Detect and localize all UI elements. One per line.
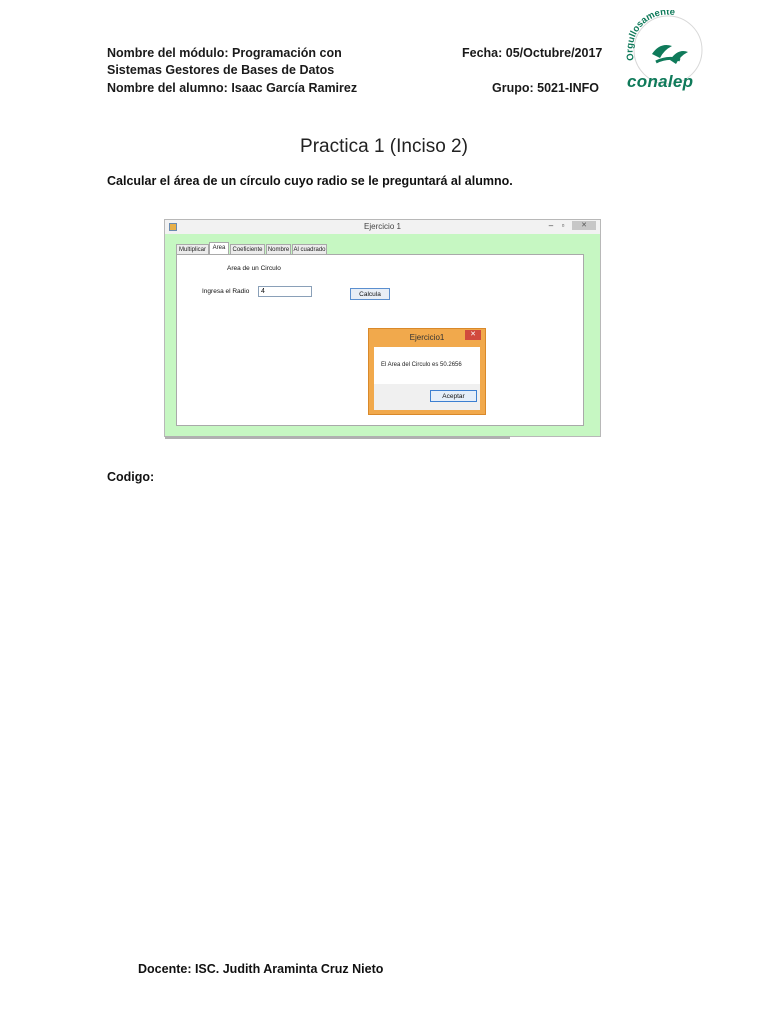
window-title: Ejercicio 1 bbox=[364, 222, 401, 231]
maximize-icon[interactable]: ▫ bbox=[558, 221, 568, 230]
fecha-line: Fecha: 05/Octubre/2017 bbox=[462, 46, 603, 60]
result-message: El Area del Circulo es 50.2656 bbox=[381, 362, 462, 368]
close-button[interactable]: ✕ bbox=[572, 221, 596, 230]
tab-al-cuadrado[interactable]: Al cuadrado bbox=[292, 244, 327, 254]
task-description: Calcular el área de un círculo cuyo radi… bbox=[107, 174, 513, 188]
modulo-line-1: Nombre del módulo: Programación con bbox=[107, 46, 342, 60]
horizontal-scrollbar[interactable] bbox=[165, 436, 510, 439]
radio-input[interactable]: 4 bbox=[258, 286, 312, 297]
tab-coeficiente[interactable]: Coeficiente bbox=[230, 244, 265, 254]
radio-label: Ingresa el Radio bbox=[202, 288, 250, 295]
logo-emblem-icon bbox=[652, 45, 688, 64]
message-box: Ejercicio1 ✕ El Area del Circulo es 50.2… bbox=[368, 328, 486, 415]
calcula-button[interactable]: Calcula bbox=[350, 288, 390, 300]
tab-multiplicar[interactable]: Multiplicar bbox=[176, 244, 209, 254]
docente-footer: Docente: ISC. Judith Araminta Cruz Nieto bbox=[138, 962, 384, 976]
message-box-body: El Area del Circulo es 50.2656 Aceptar bbox=[374, 347, 480, 410]
aceptar-button[interactable]: Aceptar bbox=[430, 390, 477, 402]
window-titlebar: Ejercicio 1 – ▫ ✕ bbox=[165, 220, 600, 234]
message-box-close-button[interactable]: ✕ bbox=[465, 330, 481, 340]
logo-wordmark: conalep bbox=[627, 72, 694, 91]
logo-arc-text: Orgullosamente bbox=[625, 10, 676, 62]
svg-text:Orgullosamente: Orgullosamente bbox=[625, 10, 676, 62]
page-title: Practica 1 (Inciso 2) bbox=[300, 136, 468, 157]
minimize-icon[interactable]: – bbox=[546, 221, 556, 230]
grupo-line: Grupo: 5021-INFO bbox=[492, 81, 599, 95]
codigo-label: Codigo: bbox=[107, 470, 155, 484]
alumno-line: Nombre del alumno: Isaac García Ramirez bbox=[107, 81, 358, 95]
modulo-line-2: Sistemas Gestores de Bases de Datos bbox=[107, 63, 335, 77]
tab-nombre[interactable]: Nombre bbox=[266, 244, 291, 254]
area-heading: Area de un Circulo bbox=[227, 265, 281, 272]
